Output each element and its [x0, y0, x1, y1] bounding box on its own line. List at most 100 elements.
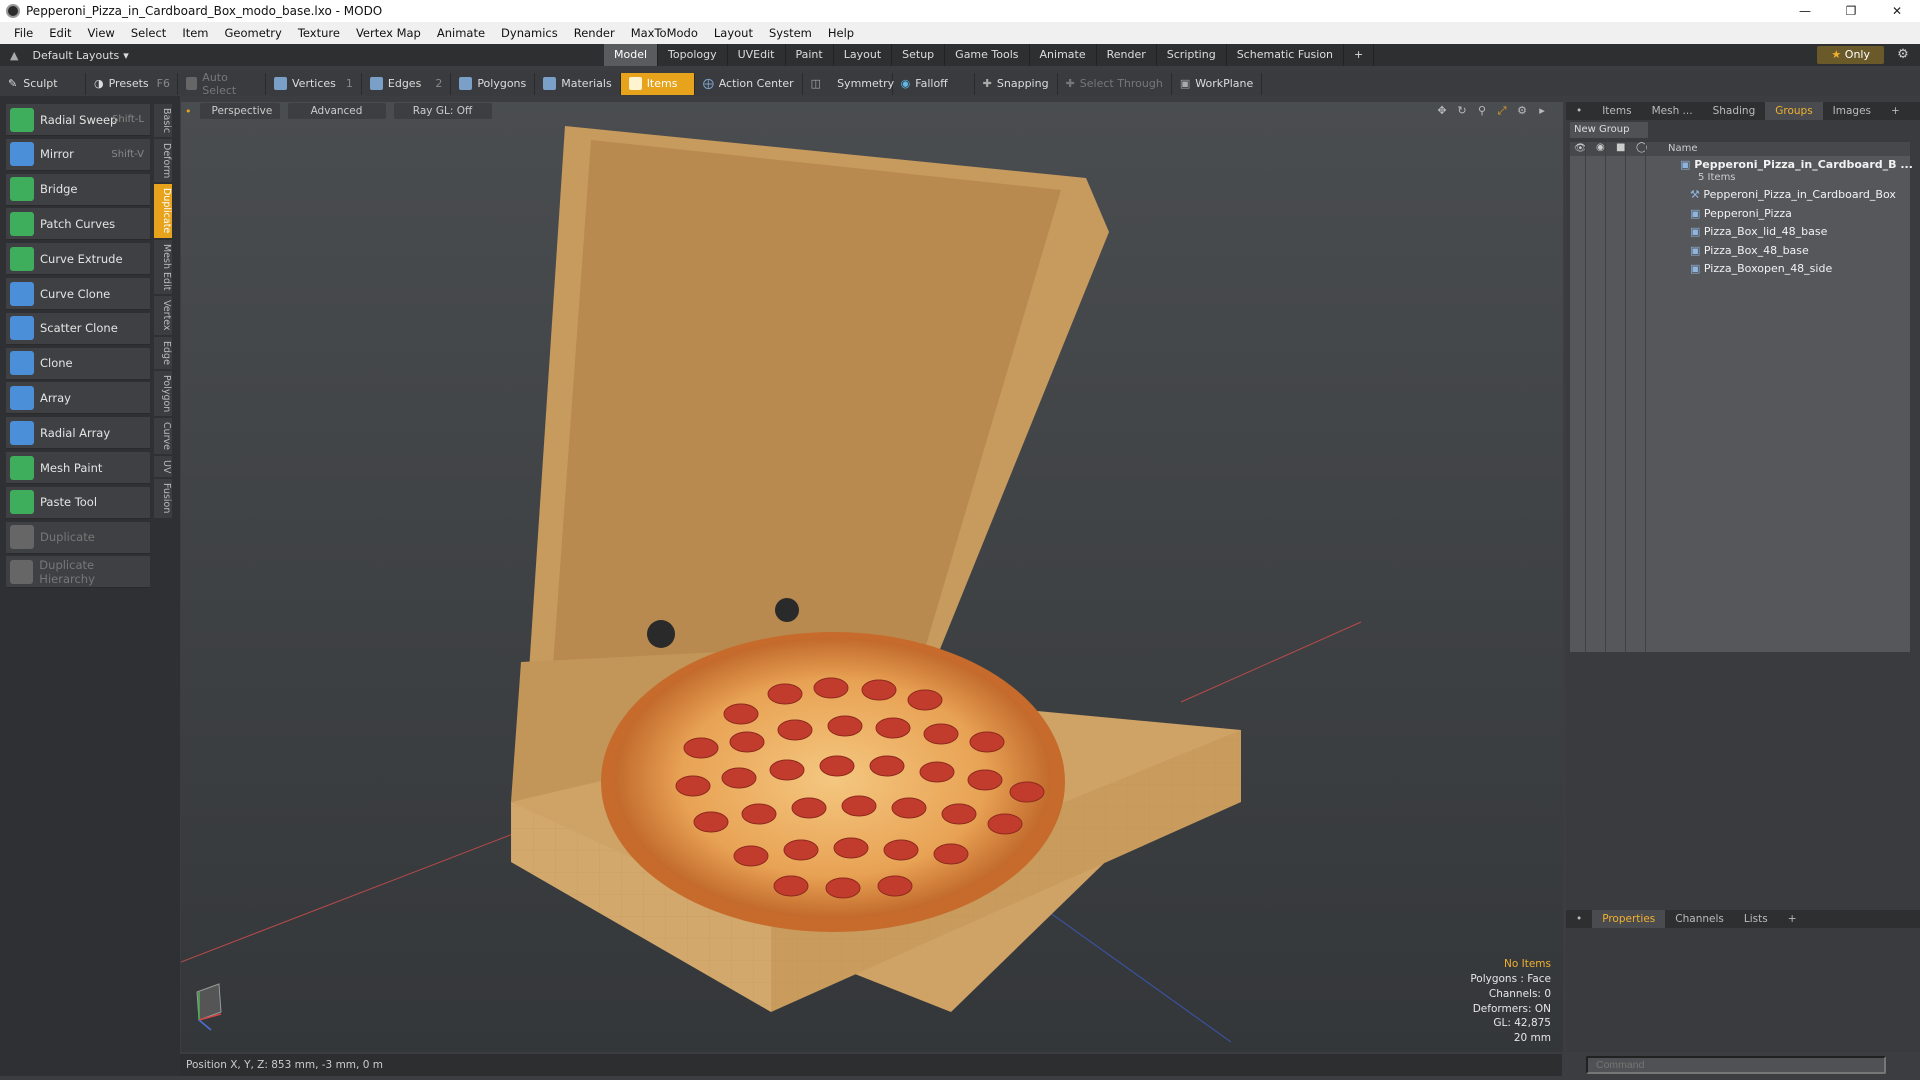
- pan-icon[interactable]: ✥: [1435, 104, 1449, 118]
- gear-icon[interactable]: ⚙: [1894, 46, 1912, 64]
- tool-curve-extrude[interactable]: Curve Extrude: [6, 243, 150, 276]
- group-root-item[interactable]: ▣ Pepperoni_Pizza_in_Cardboard_B ...: [1680, 158, 1913, 171]
- group-child-item[interactable]: ⚒ Pepperoni_Pizza_in_Cardboard_Box: [1690, 188, 1896, 201]
- edges-button[interactable]: Edges 2: [362, 72, 452, 95]
- action-center-button[interactable]: ⨁ Action Center: [695, 72, 803, 95]
- symmetry-button[interactable]: ◫ Symmetry: [803, 72, 894, 95]
- side-tab-uv[interactable]: UV: [154, 456, 172, 478]
- right-tab-items[interactable]: Items: [1592, 102, 1641, 120]
- zoom-icon[interactable]: ⚲: [1475, 104, 1489, 118]
- tool-array[interactable]: Array: [6, 382, 150, 415]
- side-tab-mesh-edit[interactable]: Mesh Edit: [154, 239, 172, 295]
- side-tab-curve[interactable]: Curve: [154, 417, 172, 454]
- layout-tab-scripting[interactable]: Scripting: [1157, 44, 1227, 66]
- polygons-button[interactable]: Polygons: [451, 72, 536, 95]
- menu-edit[interactable]: Edit: [41, 26, 79, 40]
- layout-tab-layout[interactable]: Layout: [834, 44, 893, 66]
- menu-texture[interactable]: Texture: [290, 26, 348, 40]
- menu-animate[interactable]: Animate: [429, 26, 493, 40]
- bottom-tab-properties[interactable]: Properties: [1592, 910, 1666, 928]
- menu-view[interactable]: View: [80, 26, 123, 40]
- right-tab-images[interactable]: Images: [1823, 102, 1881, 120]
- materials-button[interactable]: Materials: [535, 72, 621, 95]
- tool-patch-curves[interactable]: Patch Curves: [6, 208, 150, 241]
- presets-button[interactable]: ◑ Presets F6: [86, 72, 178, 95]
- snapping-button[interactable]: ✚ Snapping: [975, 72, 1058, 95]
- menu-help[interactable]: Help: [820, 26, 862, 40]
- rotate-icon[interactable]: ↻: [1455, 104, 1469, 118]
- tool-radial-sweep[interactable]: Radial Sweep Shift-L: [6, 104, 150, 136]
- expand-arrow-icon[interactable]: ▸: [1535, 104, 1549, 118]
- raygl-button[interactable]: Ray GL: Off: [393, 103, 492, 119]
- menu-render[interactable]: Render: [566, 26, 623, 40]
- layout-tab-setup[interactable]: Setup: [892, 44, 946, 66]
- vertices-button[interactable]: Vertices 1: [266, 72, 362, 95]
- add-tab-icon[interactable]: +: [1778, 910, 1807, 928]
- tool-radial-array[interactable]: Radial Array: [6, 417, 150, 450]
- side-tab-polygon[interactable]: Polygon: [154, 370, 172, 416]
- group-child-item[interactable]: ▣ Pizza_Box_lid_48_base: [1690, 225, 1827, 238]
- tool-mirror[interactable]: Mirror Shift-V: [6, 138, 150, 171]
- 3d-viewport[interactable]: • Perspective Advanced Ray GL: Off ✥ ↻ ⚲…: [181, 102, 1563, 1052]
- tool-curve-clone[interactable]: Curve Clone: [6, 278, 150, 310]
- layout-tab-uvedit[interactable]: UVEdit: [728, 44, 786, 66]
- side-tab-deform[interactable]: Deform: [154, 139, 172, 183]
- tool-bridge[interactable]: Bridge: [6, 173, 150, 206]
- bottom-tab-lists[interactable]: Lists: [1734, 910, 1778, 928]
- menu-file[interactable]: File: [6, 26, 41, 40]
- view-mode-button[interactable]: Perspective: [199, 103, 280, 119]
- fit-icon[interactable]: ⤢: [1495, 104, 1509, 118]
- menu-select[interactable]: Select: [123, 26, 174, 40]
- right-tab-shading[interactable]: Shading: [1703, 102, 1766, 120]
- tool-paste-tool[interactable]: Paste Tool: [6, 486, 150, 519]
- menu-system[interactable]: System: [761, 26, 820, 40]
- right-tab-mesh[interactable]: Mesh ...: [1642, 102, 1703, 120]
- layout-tab-animate[interactable]: Animate: [1030, 44, 1097, 66]
- layout-tab-topology[interactable]: Topology: [658, 44, 728, 66]
- tool-clone[interactable]: Clone: [6, 347, 150, 380]
- restore-icon[interactable]: ❐: [1828, 0, 1874, 22]
- menu-vertex-map[interactable]: Vertex Map: [348, 26, 429, 40]
- bottom-tab-channels[interactable]: Channels: [1665, 910, 1734, 928]
- group-child-item[interactable]: ▣ Pizza_Box_48_base: [1690, 244, 1809, 257]
- shading-mode-button[interactable]: Advanced: [287, 103, 386, 119]
- auto-select-button[interactable]: Auto Select: [178, 71, 266, 97]
- side-tab-basic[interactable]: Basic: [154, 104, 172, 138]
- sculpt-button[interactable]: ✎ Sculpt: [0, 72, 86, 95]
- menu-item[interactable]: Item: [174, 26, 216, 40]
- add-tab-icon[interactable]: +: [1344, 44, 1375, 66]
- command-input[interactable]: [1586, 1056, 1886, 1074]
- right-tab-groups[interactable]: Groups: [1765, 102, 1823, 120]
- items-button[interactable]: Items: [620, 72, 695, 95]
- menu-geometry[interactable]: Geometry: [217, 26, 290, 40]
- tool-scatter-clone[interactable]: Scatter Clone: [6, 312, 150, 345]
- falloff-button[interactable]: ◉ Falloff: [893, 72, 975, 95]
- viewport-settings-icon[interactable]: ⚙: [1515, 104, 1529, 118]
- tool-duplicate[interactable]: Duplicate: [6, 521, 150, 554]
- layout-tab-paint[interactable]: Paint: [786, 44, 834, 66]
- layout-tab-model[interactable]: Model: [604, 44, 659, 66]
- tool-mesh-paint[interactable]: Mesh Paint: [6, 452, 150, 484]
- layout-tab-game-tools[interactable]: Game Tools: [945, 44, 1030, 66]
- menu-layout[interactable]: Layout: [706, 26, 761, 40]
- side-tab-edge[interactable]: Edge: [154, 336, 172, 369]
- layout-selector[interactable]: ▲ Default Layouts ▾: [0, 44, 150, 66]
- side-tab-duplicate[interactable]: Duplicate: [154, 184, 172, 238]
- add-tab-icon[interactable]: +: [1881, 102, 1910, 120]
- side-tab-fusion[interactable]: Fusion: [154, 479, 172, 518]
- layout-tab-schematic-fusion[interactable]: Schematic Fusion: [1227, 44, 1345, 66]
- new-group-button[interactable]: New Group: [1570, 122, 1648, 138]
- layout-tab-render[interactable]: Render: [1097, 44, 1157, 66]
- group-child-item[interactable]: ▣ Pizza_Boxopen_48_side: [1690, 262, 1832, 275]
- groups-list[interactable]: 👁 ◉ ■ ◯ Name ▣ Pepperoni_Pizza_in_Cardbo…: [1570, 142, 1913, 652]
- minimize-icon[interactable]: —: [1782, 0, 1828, 22]
- group-child-item[interactable]: ▣ Pepperoni_Pizza: [1690, 207, 1792, 220]
- menu-maxtomodo[interactable]: MaxToModo: [623, 26, 706, 40]
- side-tab-vertex[interactable]: Vertex: [154, 296, 172, 335]
- tool-duplicate-hierarchy[interactable]: Duplicate Hierarchy: [6, 556, 150, 589]
- only-button[interactable]: ★ Only: [1817, 46, 1884, 64]
- workplane-button[interactable]: ▣ WorkPlane: [1172, 72, 1263, 95]
- menu-dynamics[interactable]: Dynamics: [493, 26, 566, 40]
- close-icon[interactable]: ✕: [1874, 0, 1920, 22]
- select-through-button[interactable]: ✚ Select Through: [1058, 72, 1172, 95]
